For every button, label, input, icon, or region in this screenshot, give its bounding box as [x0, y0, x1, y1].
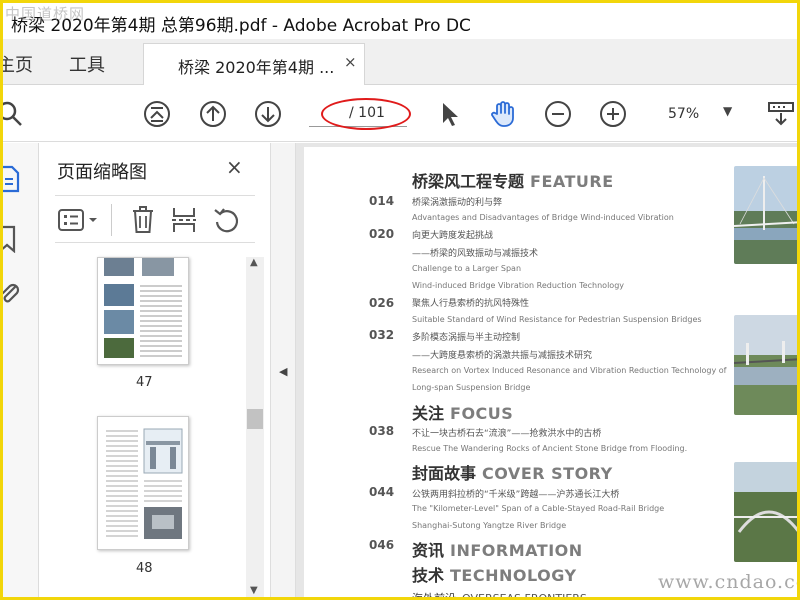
section-title-en: FOCUS — [450, 404, 514, 423]
section-heading: 技术 TECHNOLOGY — [412, 562, 577, 586]
zoom-dropdown[interactable]: 57% ▼ — [655, 100, 745, 126]
section-title-cn: 技术 — [412, 566, 445, 585]
toc-entry: 不让一块古桥石去“流浪”——抢救洪水中的古桥 — [412, 429, 602, 439]
tab-home[interactable]: 主页 — [3, 51, 33, 77]
page-ref: 046 — [369, 538, 395, 552]
section-title-cn: 关注 — [412, 404, 445, 423]
section-title-cn: 海外前沿 — [412, 592, 456, 600]
thumbnail-image — [106, 428, 183, 539]
next-page-icon[interactable] — [254, 100, 282, 128]
toc-entry: Rescue The Wandering Rocks of Ancient St… — [412, 444, 688, 453]
collapse-panel-icon[interactable]: ◀ — [279, 365, 287, 378]
thumbnail-scrollbar[interactable]: ▲ ▼ — [246, 257, 264, 597]
tab-tools[interactable]: 工具 — [69, 51, 105, 77]
rotate-icon[interactable] — [213, 206, 241, 234]
section-heading: 资讯 INFORMATION — [412, 537, 583, 561]
toc-entry: Wind-induced Bridge Vibration Reduction … — [412, 281, 624, 290]
first-page-icon[interactable] — [143, 100, 171, 128]
search-icon[interactable] — [0, 100, 25, 128]
document-area: 桥梁风工程专题 FEATURE 014 桥梁涡激振动的利与弊 Advantages… — [296, 143, 797, 600]
watermark-bottom-right: www.cndao.com — [658, 571, 797, 593]
toc-entry: ——大跨度悬索桥的涡激共振与减振技术研究 — [412, 351, 593, 361]
section-heading: 关注 FOCUS — [412, 400, 513, 424]
attachment-icon[interactable] — [0, 281, 21, 307]
toc-entry: The "Kilometer-Level" Span of a Cable-St… — [412, 504, 665, 513]
thumbnail-options-icon[interactable] — [58, 209, 100, 231]
page-thumbnails-icon[interactable] — [0, 165, 21, 193]
page-ref: 014 — [369, 194, 395, 208]
toc-entry: Suitable Standard of Wind Resistance for… — [412, 315, 702, 324]
bookmark-icon[interactable] — [0, 225, 19, 253]
close-panel-button[interactable]: × — [226, 155, 243, 179]
acrobat-window: 桥梁 2020年第4期 总第96期.pdf - Adobe Acrobat Pr… — [0, 0, 800, 600]
chevron-up-icon[interactable]: ▲ — [250, 257, 258, 268]
page-ref: 032 — [369, 328, 395, 342]
scroll-mode-icon[interactable] — [767, 100, 795, 128]
section-title-en: COVER STORY — [482, 464, 613, 483]
page-ref: 038 — [369, 424, 395, 438]
section-title-cn: 桥梁风工程专题 — [412, 172, 525, 191]
chevron-down-icon: ▼ — [723, 104, 733, 118]
thumbnail-page-48[interactable] — [97, 416, 189, 550]
pdf-page: 桥梁风工程专题 FEATURE 014 桥梁涡激振动的利与弊 Advantages… — [304, 147, 797, 600]
split-page-icon[interactable] — [171, 206, 197, 234]
zoom-in-icon[interactable] — [599, 100, 627, 128]
section-title-en: TECHNOLOGY — [450, 566, 577, 585]
section-title-en: OVERSEAS FRONTIERS — [462, 592, 587, 600]
section-title-cn: 资讯 — [412, 541, 445, 560]
toc-entry: 向更大跨度发起挑战 — [412, 231, 494, 241]
navigation-pane-strip — [0, 143, 39, 597]
section-heading: 桥梁风工程专题 FEATURE — [412, 168, 614, 192]
toc-entry: ——桥梁的风致振动与减振技术 — [412, 249, 539, 259]
section-heading: 海外前沿 OVERSEAS FRONTIERS — [412, 587, 587, 600]
toc-entry: 公铁两用斜拉桥的“千米级”跨越——沪苏通长江大桥 — [412, 490, 620, 500]
toc-entry: Research on Vortex Induced Resonance and… — [412, 366, 727, 375]
toc-entry: 桥梁涡激振动的利与弊 — [412, 198, 503, 208]
thumbnail-page-number: 48 — [136, 561, 153, 576]
toolbar: / 101 57% ▼ — [3, 86, 797, 142]
section-title-en: INFORMATION — [450, 541, 583, 560]
page-ref: 020 — [369, 227, 395, 241]
hand-tool-icon[interactable] — [489, 100, 517, 128]
close-tab-button[interactable]: × — [344, 53, 357, 71]
bridge-photo-3 — [734, 462, 797, 562]
trash-icon[interactable] — [131, 206, 155, 234]
section-title-cn: 封面故事 — [412, 464, 477, 483]
bridge-photo-2 — [734, 315, 797, 415]
red-annotation-ellipse — [321, 98, 411, 130]
panel-title: 页面缩略图 — [57, 162, 147, 183]
title-bar: 桥梁 2020年第4期 总第96期.pdf - Adobe Acrobat Pr… — [3, 3, 797, 39]
previous-page-icon[interactable] — [199, 100, 227, 128]
thumbnails-panel: 页面缩略图 × 47 48 ▲ ▼ — [40, 143, 270, 597]
section-heading: 封面故事 COVER STORY — [412, 460, 613, 484]
chevron-down-icon[interactable]: ▼ — [250, 585, 258, 596]
toc-entry: Advantages and Disadvantages of Bridge W… — [412, 213, 674, 222]
thumbnail-page-47[interactable] — [97, 257, 189, 365]
tab-bar: 主页 工具 桥梁 2020年第4期 ... × — [3, 39, 797, 85]
tab-document[interactable]: 桥梁 2020年第4期 ... × — [143, 43, 365, 85]
toolbar-divider — [111, 204, 112, 236]
page-ref: 044 — [369, 485, 395, 499]
bridge-photo-1 — [734, 166, 797, 264]
section-title-en: FEATURE — [530, 172, 614, 191]
toc-entry: Shanghai-Sutong Yangtze River Bridge — [412, 521, 567, 530]
select-cursor-icon[interactable] — [436, 100, 464, 128]
document-tab-label: 桥梁 2020年第4期 ... — [178, 58, 335, 77]
thumbnail-page-number: 47 — [136, 375, 153, 390]
toc-entry: Challenge to a Larger Span — [412, 264, 522, 273]
zoom-value: 57% — [668, 106, 700, 122]
zoom-out-icon[interactable] — [544, 100, 572, 128]
watermark-top-left: 中国道桥网 — [5, 5, 86, 23]
thumbnail-image — [104, 258, 182, 358]
toc-entry: 多阶模态涡振与半主动控制 — [412, 333, 521, 343]
toc-entry: 聚焦人行悬索桥的抗风特殊性 — [412, 299, 530, 309]
scrollbar-thumb[interactable] — [247, 409, 263, 429]
panel-collapse-gutter[interactable]: ◀ — [270, 143, 296, 597]
toc-entry: Long-span Suspension Bridge — [412, 383, 531, 392]
panel-toolbar — [55, 195, 255, 243]
page-ref: 026 — [369, 296, 395, 310]
